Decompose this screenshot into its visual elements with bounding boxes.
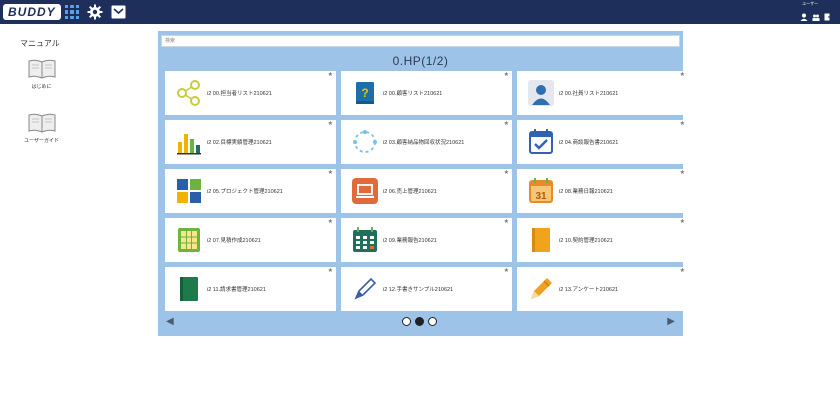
group-icon[interactable] [812,13,820,21]
app-tile[interactable]: ★ i2 06.売上管理210621 [341,169,512,213]
inbox-tray-icon[interactable] [111,5,126,19]
app-tile[interactable]: ★ 31 i2 08.業務日報210621 [517,169,688,213]
share-nodes-icon [177,80,200,106]
favorite-star-icon[interactable]: ★ [328,71,333,78]
person-icon [528,80,554,106]
sidebar-item-label: ユーザーガイド [24,138,59,144]
tile-label: i2 02.目標実績管理210621 [207,140,272,146]
pen-outline-icon [354,277,377,300]
favorite-star-icon[interactable]: ★ [504,71,509,78]
tile-label: i2 07.見積作成210621 [207,238,261,244]
prev-page-arrow[interactable]: ◀ [166,316,174,327]
page-dot-current[interactable] [415,317,424,326]
app-tile[interactable]: ★ i2 00.社員リスト210621 [517,71,688,115]
page-dot[interactable] [402,317,411,326]
sidebar-item-user-guide[interactable]: ユーザーガイド [14,112,69,144]
search-input[interactable]: 検索 [161,35,680,47]
app-tile[interactable]: ★ i2 02.目標実績管理210621 [165,120,336,164]
calendar-31-icon: 31 [529,178,553,203]
tile-label: i2 00.顧客リスト210621 [383,91,443,97]
favorite-star-icon[interactable]: ★ [504,218,509,225]
tile-label: i2 04.商談報告書210621 [559,140,619,146]
tile-label: i2 00.社員リスト210621 [559,91,619,97]
favorite-star-icon[interactable]: ★ [680,267,685,274]
svg-text:31: 31 [535,191,547,202]
favorite-star-icon[interactable]: ★ [504,169,509,176]
favorite-star-icon[interactable]: ★ [328,218,333,225]
sidebar-title: マニュアル [20,39,60,48]
favorite-star-icon[interactable]: ★ [680,120,685,127]
tile-label: i2 13.アンケート210621 [559,287,619,293]
pencil-icon [531,278,552,299]
app-tile[interactable]: ★ i2 13.アンケート210621 [517,267,688,311]
buddy-logo[interactable]: BUDDY [3,4,61,20]
app-tile[interactable]: ★ ? i2 00.顧客リスト210621 [341,71,512,115]
orange-book-icon [532,228,550,252]
top-bar: BUDDY ユーザー [0,0,840,24]
favorite-star-icon[interactable]: ★ [328,169,333,176]
page-dot[interactable] [428,317,437,326]
tile-label: i2 05.プロジェクト管理210621 [207,189,283,195]
favorite-star-icon[interactable]: ★ [328,267,333,274]
sidebar-item-label: はじめに [31,84,52,90]
favorite-star-icon[interactable]: ★ [680,71,685,78]
user-icon[interactable] [800,13,808,21]
next-page-arrow[interactable]: ▶ [667,316,675,327]
app-tile[interactable]: ★ i2 07.見積作成210621 [165,218,336,262]
calendar-check-icon [529,129,553,154]
tile-label: i2 10.契約管理210621 [559,238,613,244]
sidebar-item-getting-started[interactable]: はじめに [14,58,69,90]
page-title: 0.HP(1/2) [392,54,449,68]
app-tile[interactable]: ★ i2 04.商談報告書210621 [517,120,688,164]
tile-label: i2 03.顧客納品物回収状況210621 [383,140,465,146]
tile-label: i2 09.業務報告210621 [383,238,437,244]
book-question-icon: ? [356,82,374,104]
app-tile[interactable]: ★ i2 09.業務報告210621 [341,218,512,262]
calendar-grid-icon [353,227,377,252]
apps-grid-icon[interactable] [65,5,79,19]
laptop-icon [352,178,378,204]
book-open-icon [28,113,55,133]
top-right-tools [800,3,832,21]
logout-icon[interactable] [824,13,832,21]
tile-label: i2 08.業務日報210621 [559,189,613,195]
calculator-icon [178,228,200,252]
manual-sidebar: マニュアル はじめに ユーザーガイド [0,24,150,408]
app-tile[interactable]: ★ i2 10.契約管理210621 [517,218,688,262]
tile-grid: ★ i2 00.担当者リスト210621 ★ ? i2 00.顧客リスト2106… [165,71,688,311]
favorite-star-icon[interactable]: ★ [680,169,685,176]
favorite-star-icon[interactable]: ★ [328,120,333,127]
page-indicator [402,317,437,326]
gear-icon[interactable] [87,4,103,20]
favorite-star-icon[interactable]: ★ [504,267,509,274]
green-book-icon [180,277,198,301]
tile-label: i2 12.手書きサンプル210621 [383,287,454,293]
dotted-cycle-icon [353,130,377,153]
tile-label: i2 11.請求書管理210621 [207,287,266,293]
windows-tiles-icon [177,179,201,203]
bar-chart-icon [177,134,201,155]
app-tile[interactable]: ★ i2 00.担当者リスト210621 [165,71,336,115]
favorite-star-icon[interactable]: ★ [680,218,685,225]
app-tile[interactable]: ★ i2 05.プロジェクト管理210621 [165,169,336,213]
tile-label: i2 06.売上管理210621 [383,189,437,195]
app-tile[interactable]: ★ i2 11.請求書管理210621 [165,267,336,311]
tile-label: i2 00.担当者リスト210621 [207,91,272,97]
svg-text:?: ? [361,86,368,100]
favorite-star-icon[interactable]: ★ [504,120,509,127]
app-tile[interactable]: ★ i2 03.顧客納品物回収状況210621 [341,120,512,164]
book-open-icon [28,59,55,79]
app-launcher-panel: 検索 0.HP(1/2) ★ i2 00.担当者リスト210621 ★ ? i2… [158,31,688,336]
app-tile[interactable]: ★ i2 12.手書きサンプル210621 [341,267,512,311]
